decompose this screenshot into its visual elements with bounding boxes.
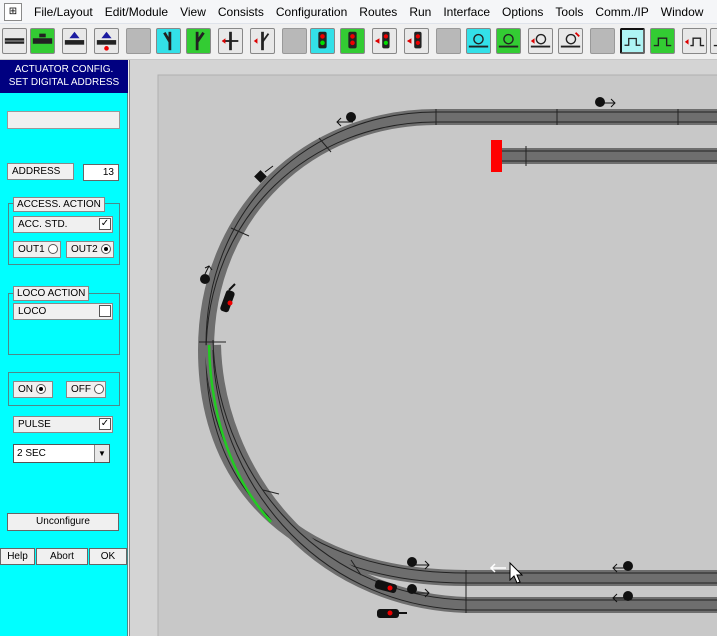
actuator-name-field[interactable]: [7, 111, 120, 129]
loco-label: LOCO: [18, 306, 47, 317]
pulse-icon[interactable]: [620, 28, 645, 54]
off-radio[interactable]: [94, 384, 104, 395]
out2-radio[interactable]: [100, 244, 111, 255]
actuator-swap-icon[interactable]: [558, 28, 583, 54]
pulse-checkbox[interactable]: ✓: [99, 418, 111, 430]
pulse-row: PULSE: [13, 416, 113, 433]
menu-tools[interactable]: Tools: [549, 0, 589, 23]
acc-std-checkbox[interactable]: ✓: [99, 218, 111, 230]
menu-options[interactable]: Options: [496, 0, 549, 23]
turnout-right-icon[interactable]: [186, 28, 211, 54]
loco-checkbox[interactable]: [99, 305, 111, 317]
signal-arrow-red-icon[interactable]: [404, 28, 429, 54]
unconfigure-button[interactable]: Unconfigure: [7, 513, 119, 531]
pulse-duration-value: 2 SEC: [17, 448, 46, 459]
out1-radio-row[interactable]: OUT1: [13, 241, 61, 258]
access-action-title: ACCESS. ACTION: [13, 197, 105, 212]
track-layout-drawing: [157, 74, 717, 636]
address-input[interactable]: 13: [83, 164, 119, 181]
menu-consists[interactable]: Consists: [212, 0, 270, 23]
turnout-double-icon[interactable]: [218, 28, 243, 54]
abort-button[interactable]: Abort: [36, 548, 88, 565]
system-menu-icon[interactable]: ⊞: [4, 2, 22, 21]
menu-routes[interactable]: Routes: [353, 0, 403, 23]
turnout-left-icon[interactable]: [156, 28, 181, 54]
help-button[interactable]: Help: [0, 548, 35, 565]
acc-std-row: ACC. STD.: [13, 216, 113, 233]
address-label: ADDRESS: [7, 163, 74, 180]
menu-interface[interactable]: Interface: [437, 0, 496, 23]
menu-run[interactable]: Run: [403, 0, 437, 23]
menu-bar: ⊞ File/Layout Edit/Module View Consists …: [0, 0, 717, 24]
pulse-next-icon[interactable]: [710, 28, 717, 54]
panel-title: ACTUATOR CONFIG.: [14, 64, 114, 75]
actuator-config-panel: ACTUATOR CONFIG. SET DIGITAL ADDRESS ADD…: [0, 60, 128, 636]
ok-button[interactable]: OK: [89, 548, 127, 565]
on-label: ON: [18, 384, 33, 395]
off-radio-row[interactable]: OFF: [66, 381, 106, 398]
actuator-icon[interactable]: [466, 28, 491, 54]
toolbar-spacer: [590, 28, 615, 54]
actuator-green-icon[interactable]: [496, 28, 521, 54]
signal-red-icon[interactable]: [340, 28, 365, 54]
track-segment-green-icon[interactable]: [30, 28, 55, 54]
out1-label: OUT1: [18, 244, 45, 255]
out1-radio[interactable]: [47, 244, 58, 255]
menu-file-layout[interactable]: File/Layout: [28, 0, 99, 23]
on-radio-row[interactable]: ON: [13, 381, 53, 398]
panel-header: ACTUATOR CONFIG. SET DIGITAL ADDRESS: [0, 60, 128, 93]
menu-view[interactable]: View: [174, 0, 212, 23]
loco-action-title: LOCO ACTION: [13, 286, 90, 301]
off-label: OFF: [71, 384, 91, 395]
panel-subtitle: SET DIGITAL ADDRESS: [8, 77, 120, 88]
pulse-duration-select[interactable]: 2 SEC ▼: [13, 444, 110, 463]
toolbar-spacer: [436, 28, 461, 54]
out2-radio-row[interactable]: OUT2: [66, 241, 114, 258]
actuator-red-icon[interactable]: [528, 28, 553, 54]
acc-std-label: ACC. STD.: [18, 219, 68, 230]
pulse-arrow-icon[interactable]: [682, 28, 707, 54]
buffer-stop-icon: [491, 140, 502, 172]
on-radio[interactable]: [36, 384, 46, 395]
toolbar-spacer: [126, 28, 151, 54]
menu-comm-ip[interactable]: Comm./IP: [589, 0, 654, 23]
toolbar: [0, 24, 717, 60]
loco-row: LOCO: [13, 303, 113, 320]
track-segment-icon[interactable]: [2, 28, 27, 54]
track-layout-canvas[interactable]: [129, 60, 717, 636]
pulse-label: PULSE: [18, 419, 51, 430]
out2-label: OUT2: [71, 244, 98, 255]
block-arrow-red-icon[interactable]: [94, 28, 119, 54]
pulse-green-icon[interactable]: [650, 28, 675, 54]
menu-configuration[interactable]: Configuration: [270, 0, 353, 23]
turnout-double-red-icon[interactable]: [250, 28, 275, 54]
signal-arrow-icon[interactable]: [372, 28, 397, 54]
menu-window[interactable]: Window: [655, 0, 710, 23]
chevron-down-icon[interactable]: ▼: [94, 445, 109, 462]
block-arrow-icon[interactable]: [62, 28, 87, 54]
menu-edit-module[interactable]: Edit/Module: [99, 0, 174, 23]
toolbar-spacer: [282, 28, 307, 54]
signal-green-icon[interactable]: [310, 28, 335, 54]
